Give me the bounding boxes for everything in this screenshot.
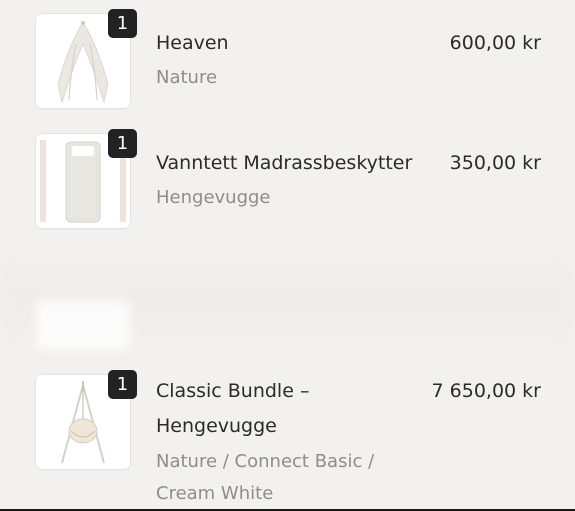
quantity-badge: 1	[108, 129, 137, 158]
product-price: 7 650,00 kr	[431, 380, 541, 402]
product-name[interactable]: Classic Bundle – Hengevugge	[156, 374, 309, 444]
blurred-thumbnail	[36, 300, 130, 350]
quantity-badge: 1	[108, 370, 137, 399]
product-variant: Nature	[156, 67, 218, 88]
product-price: 350,00 kr	[449, 152, 541, 174]
product-variant: Hengevugge	[156, 187, 271, 208]
product-name[interactable]: Heaven	[156, 26, 229, 61]
product-price: 600,00 kr	[449, 32, 541, 54]
product-variant: Nature / Connect Basic / Cream White	[156, 451, 375, 504]
quantity-badge: 1	[108, 9, 137, 38]
product-name[interactable]: Vanntett Madrassbeskytter	[156, 146, 412, 181]
